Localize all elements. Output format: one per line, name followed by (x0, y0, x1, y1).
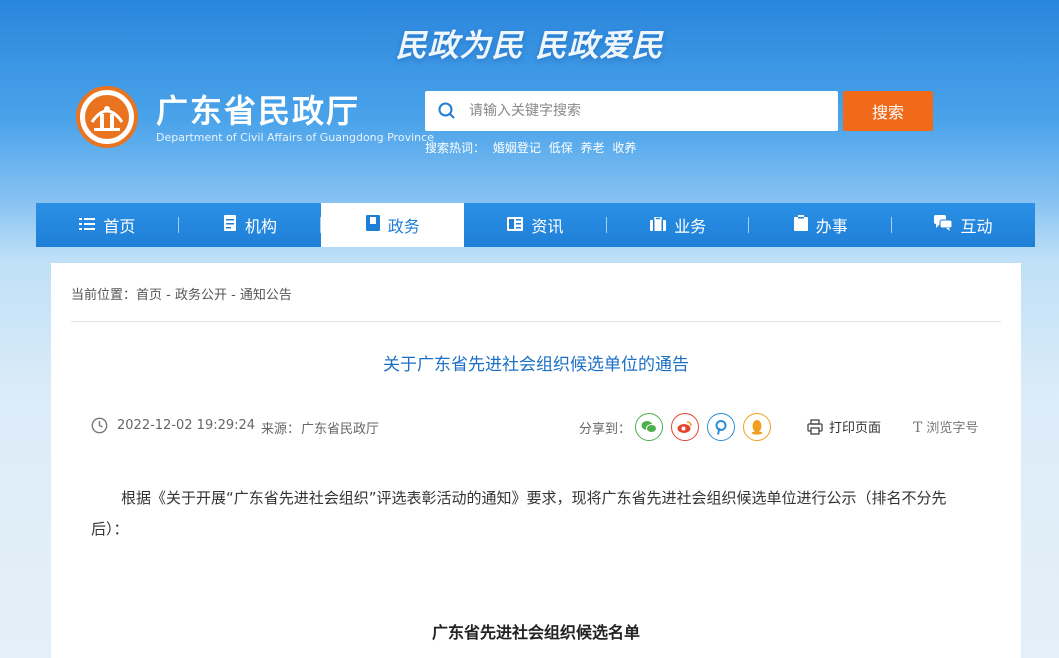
publish-date: 2022-12-02 19:29:24 (117, 418, 256, 433)
nav-label: 资讯 (531, 217, 564, 236)
nav-item-interaction[interactable]: 互动 (892, 203, 1035, 247)
nav-item-services[interactable]: 办事 (749, 203, 893, 247)
font-size-label: 浏览字号 (926, 421, 979, 436)
hot-search-label: 搜索热词： (425, 141, 486, 155)
nav-item-news[interactable]: 资讯 (464, 203, 607, 247)
search-button[interactable]: 搜索 (843, 91, 933, 131)
clipboard-icon (793, 215, 808, 235)
hot-term-link[interactable]: 低保 (549, 141, 573, 155)
header-slogan: 民政为民 民政爱民 (395, 28, 664, 64)
clock-icon (91, 417, 108, 438)
divider (71, 321, 1001, 322)
nav-label: 机构 (245, 217, 278, 236)
search-box (425, 91, 838, 131)
list-title: 广东省先进社会组织候选名单 (431, 623, 640, 642)
source-label: 来源： (261, 422, 301, 437)
weibo-icon[interactable] (671, 413, 699, 441)
printer-icon (807, 419, 823, 439)
print-label: 打印页面 (829, 421, 882, 436)
font-size-button[interactable]: T 浏览字号 (913, 417, 978, 436)
site-logo[interactable]: 广东省民政厅 Department of Civil Affairs of Gu… (76, 84, 434, 154)
article-panel: 当前位置：首页 - 政务公开 - 通知公告 关于广东省先进社会组织候选单位的通告… (51, 263, 1021, 658)
hot-term-link[interactable]: 养老 (581, 141, 605, 155)
main-nav: 首页 机构 政务 资讯 业务 办事 互动 (36, 203, 1035, 247)
hot-term-link[interactable]: 收养 (612, 141, 636, 155)
site-subtitle: Department of Civil Affairs of Guangdong… (156, 131, 434, 144)
nav-label: 互动 (960, 217, 993, 236)
chat-icon (934, 215, 953, 235)
nav-label: 政务 (387, 217, 420, 236)
article-paragraph: 根据《关于开展“广东省先进社会组织”评选表彰活动的通知》要求，现将广东省先进社会… (91, 489, 947, 538)
search-icon (437, 101, 457, 125)
pinterest-icon[interactable] (707, 413, 735, 441)
nav-item-government-affairs[interactable]: 政务 (321, 203, 465, 247)
wechat-icon[interactable] (635, 413, 663, 441)
briefcase-icon (650, 215, 667, 235)
news-icon (507, 216, 524, 235)
breadcrumb[interactable]: 当前位置：首页 - 政务公开 - 通知公告 (71, 284, 292, 303)
list-icon (79, 216, 96, 235)
nav-item-home[interactable]: 首页 (36, 203, 179, 247)
text-size-icon: T (913, 420, 923, 436)
book-icon (365, 215, 380, 235)
nav-label: 业务 (674, 217, 707, 236)
search-input[interactable] (469, 91, 829, 131)
share-label: 分享到： (579, 422, 632, 437)
nav-item-business[interactable]: 业务 (607, 203, 750, 247)
hot-term-link[interactable]: 婚姻登记 (493, 141, 541, 155)
print-button[interactable]: 打印页面 (807, 417, 881, 439)
document-icon (223, 215, 237, 235)
qq-icon[interactable] (743, 413, 771, 441)
nav-item-organization[interactable]: 机构 (179, 203, 322, 247)
article-title: 关于广东省先进社会组织候选单位的通告 (383, 355, 689, 375)
nav-label: 办事 (815, 217, 848, 236)
nav-label: 首页 (103, 217, 136, 236)
emblem-icon (76, 86, 138, 148)
source-value: 广东省民政厅 (301, 422, 380, 437)
article-meta: 2022-12-02 19:29:24 来源： 广东省民政厅 分享到： 打印页面… (91, 413, 991, 443)
hot-search-terms: 搜索热词： 婚姻登记 低保 养老 收养 (425, 139, 640, 156)
site-title: 广东省民政厅 (156, 92, 361, 130)
